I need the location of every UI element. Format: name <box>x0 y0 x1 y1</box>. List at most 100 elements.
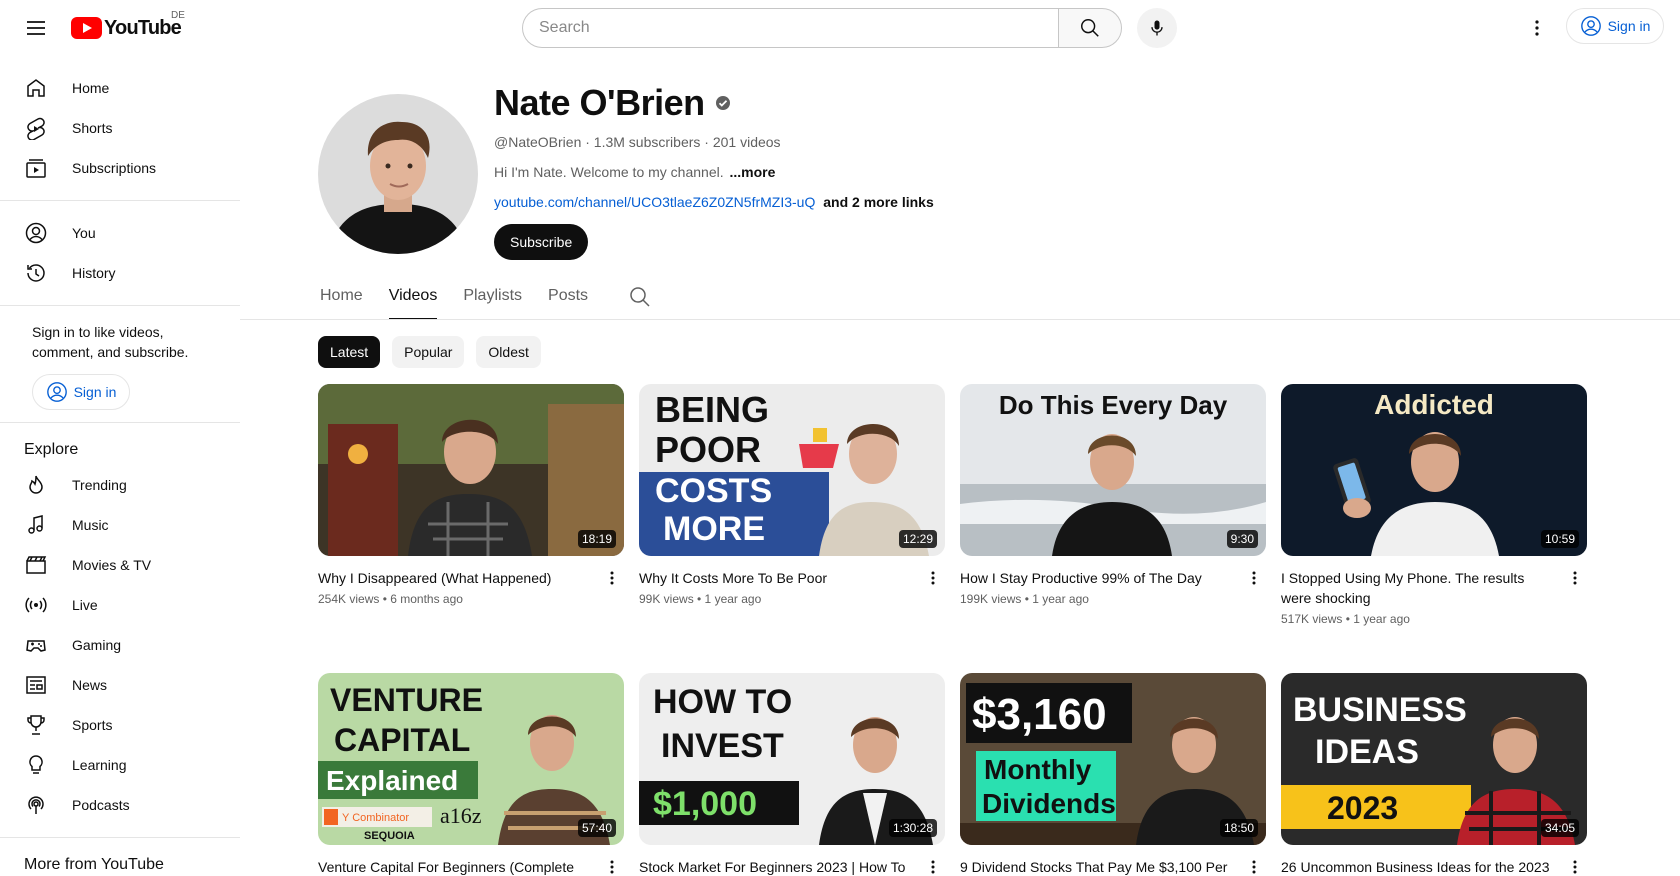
sidebar-item-movies-tv[interactable]: Movies & TV <box>12 545 228 585</box>
channel-stats: @NateOBrien · 1.3M subscribers · 201 vid… <box>494 134 781 150</box>
video-card[interactable]: BUSINESS IDEAS 2023 34:05 26 Uncommon Bu… <box>1281 673 1587 876</box>
video-thumbnail[interactable]: BEING POOR COSTS MORE 12:29 <box>639 384 945 556</box>
sidebar-item-music[interactable]: Music <box>12 505 228 545</box>
chip-oldest[interactable]: Oldest <box>476 336 541 368</box>
voice-search-button[interactable] <box>1137 8 1177 48</box>
video-thumbnail[interactable]: HOW TO INVEST $1,000 1:30:28 <box>639 673 945 845</box>
thumbnail-image: Do This Every Day <box>960 384 1266 556</box>
search-icon <box>1081 19 1099 37</box>
video-card[interactable]: HOW TO INVEST $1,000 1:30:28 Stock Marke… <box>639 673 945 876</box>
video-title[interactable]: Why It Costs More To Be Poor <box>639 568 909 588</box>
video-menu-button[interactable] <box>600 566 624 590</box>
video-thumbnail[interactable]: VENTURE CAPITAL Explained Y Combinator a… <box>318 673 624 845</box>
sidebar-item-home[interactable]: Home <box>12 68 228 108</box>
movies-icon <box>24 553 48 577</box>
video-card[interactable]: BEING POOR COSTS MORE 12:29 Why It Costs… <box>639 384 945 606</box>
video-menu-button[interactable] <box>921 855 945 876</box>
video-title[interactable]: Stock Market For Beginners 2023 | How To <box>639 857 909 876</box>
sidebar-item-podcasts[interactable]: Podcasts <box>12 785 228 825</box>
video-card[interactable]: $3,160 Monthly Dividends 18:50 9 Dividen… <box>960 673 1266 876</box>
video-title[interactable]: Venture Capital For Beginners (Complete <box>318 857 588 876</box>
sidebar-item-trending[interactable]: Trending <box>12 465 228 505</box>
thumb-text-costs: COSTS <box>655 472 772 510</box>
sidebar-item-subscriptions[interactable]: Subscriptions <box>12 148 228 188</box>
sidebar-item-label: Live <box>72 597 98 613</box>
video-title[interactable]: 26 Uncommon Business Ideas for the 2023 <box>1281 857 1551 876</box>
video-card[interactable]: Addicted 10:59 I Stopped Using My Phone.… <box>1281 384 1587 626</box>
search-bar <box>522 8 1122 48</box>
video-thumbnail[interactable]: BUSINESS IDEAS 2023 34:05 <box>1281 673 1587 845</box>
music-icon <box>24 513 48 537</box>
sports-icon <box>24 713 48 737</box>
video-menu-button[interactable] <box>1563 566 1587 590</box>
youtube-logo[interactable]: YouTube DE <box>71 10 185 40</box>
video-menu-button[interactable] <box>600 855 624 876</box>
tab-videos[interactable]: Videos <box>388 278 438 320</box>
sidebar-item-label: Subscriptions <box>72 160 157 176</box>
video-card[interactable]: 18:19 Why I Disappeared (What Happened) … <box>318 384 624 606</box>
sidebar-item-gaming[interactable]: Gaming <box>12 625 228 665</box>
sidebar-item-news[interactable]: News <box>12 665 228 705</box>
video-card[interactable]: Do This Every Day 9:30 How I Stay Produc… <box>960 384 1266 606</box>
more-vertical-icon <box>931 860 935 874</box>
tab-posts[interactable]: Posts <box>548 278 588 320</box>
more-link[interactable]: ...more <box>730 164 776 180</box>
channel-url-link[interactable]: youtube.com/channel/UCO3tlaeZ6Z0ZN5frMZI… <box>494 194 815 210</box>
channel-search-icon[interactable] <box>628 285 652 309</box>
sidebar-item-label: Gaming <box>72 637 122 653</box>
video-title[interactable]: 9 Dividend Stocks That Pay Me $3,100 Per <box>960 857 1230 876</box>
channel-tabs: Home Videos Playlists Posts <box>320 278 652 320</box>
podcasts-icon <box>24 793 48 817</box>
sidebar-item-sports[interactable]: Sports <box>12 705 228 745</box>
video-menu-button[interactable] <box>1563 855 1587 876</box>
thumb-text-monthly: Monthly <box>984 754 1092 785</box>
sidebar-item-live[interactable]: Live <box>12 585 228 625</box>
video-title[interactable]: I Stopped Using My Phone. The results we… <box>1281 568 1551 608</box>
thumb-text-more: MORE <box>663 510 765 548</box>
sign-in-button[interactable]: Sign in <box>1566 8 1664 44</box>
tab-playlists[interactable]: Playlists <box>463 278 522 320</box>
channel-description[interactable]: Hi I'm Nate. Welcome to my channel. ...m… <box>494 164 775 180</box>
video-card[interactable]: VENTURE CAPITAL Explained Y Combinator a… <box>318 673 624 876</box>
settings-menu-button[interactable] <box>1517 8 1557 48</box>
video-thumbnail[interactable]: $3,160 Monthly Dividends 18:50 <box>960 673 1266 845</box>
sidebar-divider <box>0 305 240 306</box>
menu-button[interactable] <box>16 8 56 48</box>
video-meta: 517K views • 1 year ago <box>1281 612 1410 626</box>
thumb-text-sequoia: SEQUOIA <box>364 830 415 842</box>
sidebar-item-you[interactable]: You <box>12 213 228 253</box>
subscribe-button[interactable]: Subscribe <box>494 224 589 260</box>
description-text: Hi I'm Nate. Welcome to my channel. <box>494 164 724 180</box>
account-icon <box>1580 16 1601 36</box>
sidebar-item-history[interactable]: History <box>12 253 228 293</box>
sidebar-sign-in-button[interactable]: Sign in <box>32 374 130 410</box>
thumb-text-do-this-every-day: Do This Every Day <box>999 390 1228 420</box>
video-menu-button[interactable] <box>1242 566 1266 590</box>
tab-home[interactable]: Home <box>320 278 363 320</box>
video-title[interactable]: How I Stay Productive 99% of The Day <box>960 568 1230 588</box>
thumb-text-being: BEING <box>655 389 769 430</box>
gaming-icon <box>24 633 48 657</box>
channel-name-text: Nate O'Brien <box>494 82 705 123</box>
more-links-link[interactable]: and 2 more links <box>823 194 933 210</box>
channel-links: youtube.com/channel/UCO3tlaeZ6Z0ZN5frMZI… <box>494 194 934 210</box>
channel-avatar[interactable] <box>318 94 478 254</box>
chip-popular[interactable]: Popular <box>392 336 465 368</box>
video-thumbnail[interactable]: 18:19 <box>318 384 624 556</box>
video-menu-button[interactable] <box>1242 855 1266 876</box>
search-button[interactable] <box>1058 8 1122 48</box>
sign-in-label: Sign in <box>1607 18 1651 34</box>
thumbnail-image <box>318 384 624 556</box>
video-menu-button[interactable] <box>921 566 945 590</box>
search-input[interactable] <box>522 8 1058 48</box>
learning-icon <box>24 753 48 777</box>
sidebar-item-shorts[interactable]: Shorts <box>12 108 228 148</box>
chip-latest[interactable]: Latest <box>318 336 381 368</box>
video-thumbnail[interactable]: Addicted 10:59 <box>1281 384 1587 556</box>
video-meta: 254K views • 6 months ago <box>318 592 463 606</box>
video-duration: 12:29 <box>898 530 937 548</box>
video-thumbnail[interactable]: Do This Every Day 9:30 <box>960 384 1266 556</box>
thumbnail-image: $3,160 Monthly Dividends <box>960 673 1266 845</box>
sidebar-item-learning[interactable]: Learning <box>12 745 228 785</box>
video-title[interactable]: Why I Disappeared (What Happened) <box>318 568 588 588</box>
